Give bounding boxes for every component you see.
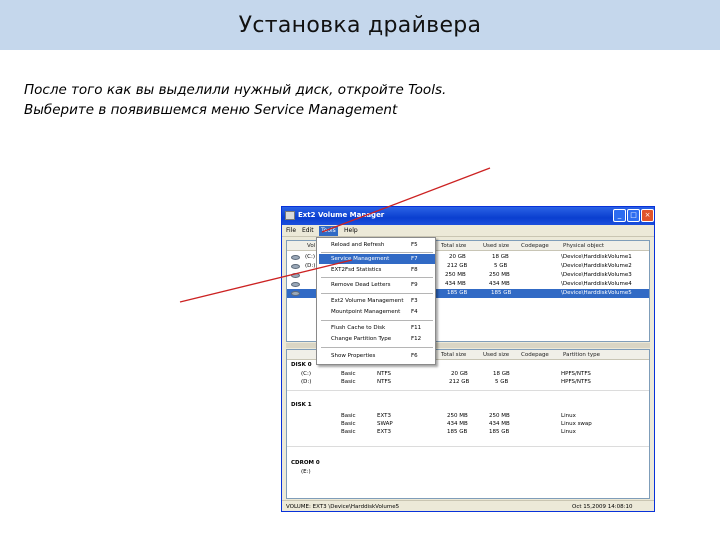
- table-row[interactable]: Basic EXT3 250 MB 250 MB Linux: [287, 412, 649, 420]
- menu-item-statistics[interactable]: EXT2Fsd Statistics F8: [319, 265, 435, 275]
- table-row[interactable]: Basic EXT3 185 GB 185 GB Linux: [287, 428, 649, 436]
- menu-item-volume-management[interactable]: Ext2 Volume Management F3: [319, 296, 435, 306]
- col-physical-object[interactable]: Physical object: [563, 243, 604, 249]
- close-button[interactable]: ×: [641, 209, 654, 222]
- ext2-volume-manager-window: Ext2 Volume Manager _ □ × File Edit Tool…: [281, 206, 655, 512]
- col-codepage[interactable]: Codepage: [521, 352, 549, 358]
- table-row[interactable]: Basic SWAP 434 MB 434 MB Linux swap: [287, 420, 649, 428]
- drive-icon: [291, 255, 300, 260]
- drive-icon: [291, 273, 300, 278]
- instruction-line-1: После того как вы выделили нужный диск, …: [24, 82, 447, 98]
- table-row[interactable]: (E:): [287, 468, 649, 476]
- col-total-size[interactable]: Total size: [441, 352, 466, 358]
- slide-title: Установка драйвера: [238, 12, 482, 38]
- status-volume: VOLUME: EXT3 \Device\HarddiskVolume5: [286, 504, 400, 510]
- drive-icon: [291, 282, 300, 287]
- row-divider: [287, 446, 649, 447]
- table-row[interactable]: (C:) Basic NTFS 20 GB 18 GB HPFS/NTFS: [287, 370, 649, 378]
- menu-separator: [321, 347, 433, 348]
- window-caption: Ext2 Volume Manager: [298, 211, 385, 219]
- tools-menu: Reload and Refresh F5 Service Management…: [316, 237, 436, 365]
- col-partition-type[interactable]: Partition type: [563, 352, 600, 358]
- status-bar: VOLUME: EXT3 \Device\HarddiskVolume5 Oct…: [282, 500, 654, 511]
- drive-icon: [291, 291, 300, 296]
- app-icon: [285, 211, 295, 220]
- menu-separator: [321, 277, 433, 278]
- col-codepage[interactable]: Codepage: [521, 243, 549, 249]
- col-volume[interactable]: Vol: [307, 243, 315, 249]
- disk-list[interactable]: Total size Used size Codepage Partition …: [286, 349, 650, 499]
- status-datetime: Oct 15,2009 14:08:10: [572, 504, 633, 510]
- table-row[interactable]: (D:) Basic NTFS 212 GB 5 GB HPFS/NTFS: [287, 378, 649, 386]
- menu-item-service-management[interactable]: Service Management F7: [319, 254, 435, 264]
- menu-help[interactable]: Help: [344, 227, 358, 234]
- menu-bar: File Edit Tools Help: [282, 225, 654, 237]
- minimize-button[interactable]: _: [613, 209, 626, 222]
- menu-separator: [321, 320, 433, 321]
- col-used-size[interactable]: Used size: [483, 352, 509, 358]
- drive-icon: [291, 264, 300, 269]
- window-title-bar[interactable]: Ext2 Volume Manager _ □ ×: [282, 207, 654, 225]
- slide-title-bar: Установка драйвера: [0, 0, 720, 50]
- menu-file[interactable]: File: [286, 227, 296, 234]
- cdrom0-label: CDROM 0: [291, 460, 320, 466]
- row-divider: [287, 390, 649, 391]
- col-total-size[interactable]: Total size: [441, 243, 466, 249]
- disk0-label: DISK 0: [291, 362, 312, 368]
- menu-item-flush-cache[interactable]: Flush Cache to Disk F11: [319, 323, 435, 333]
- menu-tools[interactable]: Tools: [319, 226, 338, 236]
- disk1-label: DISK 1: [291, 402, 312, 408]
- instruction-line-2: Выберите в появившемся меню Service Mana…: [24, 102, 398, 118]
- menu-separator: [321, 293, 433, 294]
- menu-item-mountpoint-management[interactable]: Mountpoint Management F4: [319, 307, 435, 317]
- maximize-button[interactable]: □: [627, 209, 640, 222]
- menu-item-reload-refresh[interactable]: Reload and Refresh F5: [319, 240, 435, 250]
- menu-item-show-properties[interactable]: Show Properties F6: [319, 351, 435, 361]
- instruction-text: После того как вы выделили нужный диск, …: [24, 80, 704, 120]
- menu-edit[interactable]: Edit: [302, 227, 314, 234]
- menu-item-change-partition-type[interactable]: Change Partition Type F12: [319, 334, 435, 344]
- col-used-size[interactable]: Used size: [483, 243, 509, 249]
- menu-separator: [321, 252, 433, 253]
- menu-item-remove-dead-letters[interactable]: Remove Dead Letters F9: [319, 280, 435, 290]
